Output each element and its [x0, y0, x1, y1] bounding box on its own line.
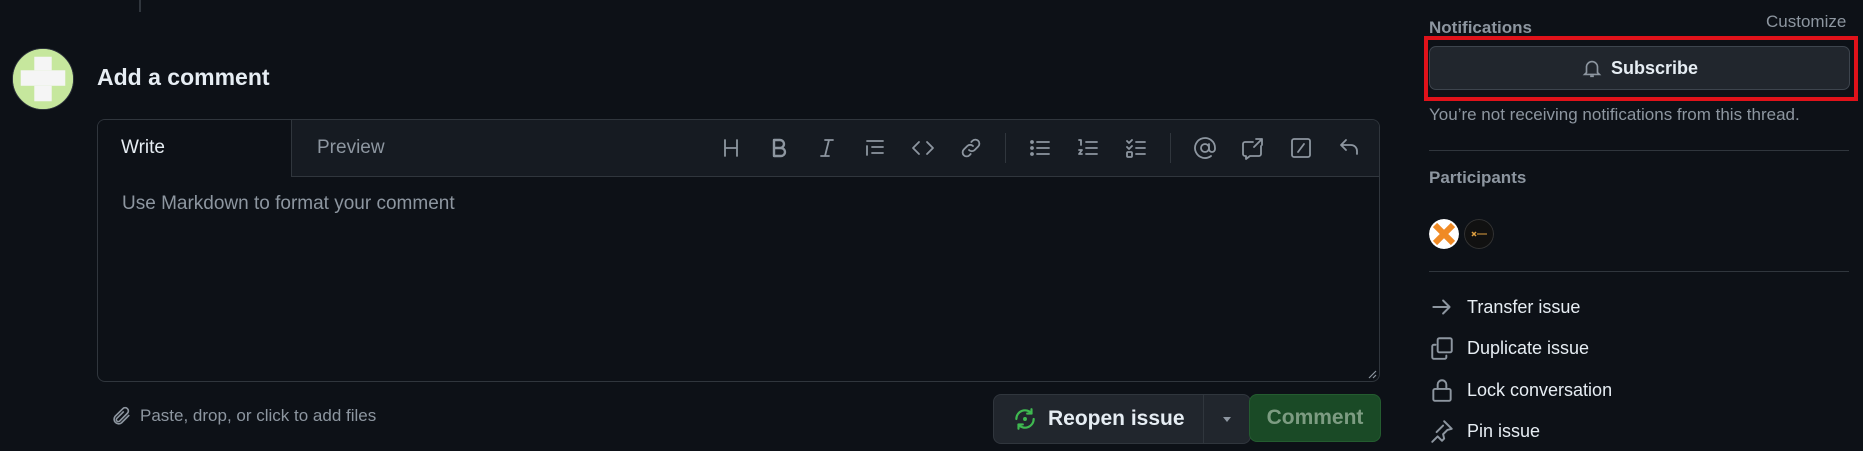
tab-write[interactable]: Write: [98, 120, 292, 177]
lock-conversation-link[interactable]: Lock conversation: [1429, 377, 1612, 403]
duplicate-issue-link[interactable]: Duplicate issue: [1429, 335, 1589, 361]
toolbar-divider: [1170, 133, 1171, 163]
duplicate-issue-label: Duplicate issue: [1467, 337, 1590, 358]
arrow-right-icon: [1432, 299, 1451, 315]
comment-button[interactable]: Comment: [1249, 394, 1381, 442]
unordered-list-icon[interactable]: [1016, 128, 1064, 168]
pin-issue-link[interactable]: Pin issue: [1429, 418, 1540, 444]
pin-issue-label: Pin issue: [1467, 420, 1541, 441]
markdown-toolbar: [707, 120, 1373, 176]
triangle-down-icon: [1222, 417, 1231, 422]
duplicate-icon: [1431, 337, 1453, 360]
link-icon[interactable]: [947, 128, 995, 168]
identicon-avatar: [13, 49, 73, 109]
reopen-options-dropdown[interactable]: [1202, 395, 1250, 443]
avatar[interactable]: [12, 48, 74, 110]
resize-handle-icon[interactable]: [1365, 367, 1377, 379]
code-icon[interactable]: [899, 128, 947, 168]
toolbar-divider: [1005, 133, 1006, 163]
ordered-list-icon[interactable]: [1064, 128, 1112, 168]
subscribe-highlight-box: [1424, 36, 1858, 101]
participant-avatar[interactable]: [1464, 219, 1494, 249]
heading-icon[interactable]: [707, 128, 755, 168]
reopen-icon: [1015, 408, 1035, 430]
attach-files[interactable]: Paste, drop, or click to add files: [110, 405, 376, 427]
notification-status-text: You’re not receiving notifications from …: [1429, 105, 1800, 124]
cross-reference-icon[interactable]: [1229, 128, 1277, 168]
customize-link[interactable]: Customize: [1766, 12, 1846, 32]
reopen-issue-group: Reopen issue: [993, 394, 1251, 444]
mention-icon[interactable]: [1181, 128, 1229, 168]
bold-icon[interactable]: [755, 128, 803, 168]
slash-commands-icon[interactable]: [1277, 128, 1325, 168]
lock-icon: [1432, 379, 1452, 402]
add-comment-title: Add a comment: [97, 64, 270, 90]
comment-textarea[interactable]: Use Markdown to format your comment: [98, 177, 1379, 381]
participant-avatar-image: [1429, 219, 1459, 249]
editor-header: Write Preview: [98, 120, 1379, 177]
notifications-label: Notifications: [1429, 18, 1532, 37]
reopen-issue-button[interactable]: Reopen issue: [994, 395, 1203, 443]
transfer-issue-label: Transfer issue: [1467, 296, 1581, 317]
participant-avatar[interactable]: [1429, 219, 1459, 249]
participant-avatar-image: [1464, 219, 1494, 249]
paperclip-icon: [113, 406, 130, 425]
attach-files-label: Paste, drop, or click to add files: [140, 406, 377, 425]
italic-icon[interactable]: [803, 128, 851, 168]
undo-icon[interactable]: [1325, 128, 1373, 168]
pin-icon: [1431, 420, 1453, 443]
participants-label: Participants: [1429, 168, 1527, 187]
transfer-issue-link[interactable]: Transfer issue: [1429, 294, 1580, 320]
task-list-icon[interactable]: [1112, 128, 1160, 168]
reopen-issue-label: Reopen issue: [1048, 407, 1185, 430]
sidebar-divider: [1429, 271, 1849, 272]
sidebar-divider: [1429, 150, 1849, 151]
tab-preview[interactable]: Preview: [293, 120, 409, 176]
quote-icon[interactable]: [851, 128, 899, 168]
timeline-line: [139, 0, 141, 12]
lock-conversation-label: Lock conversation: [1467, 379, 1613, 400]
comment-editor: Write Preview Use Markdown to format you…: [97, 119, 1380, 382]
